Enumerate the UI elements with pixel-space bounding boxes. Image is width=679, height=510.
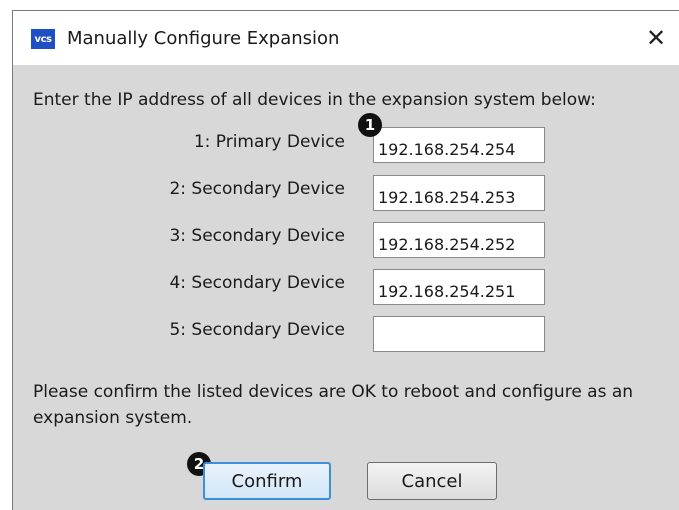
confirm-button[interactable]: Confirm [203,462,331,500]
vcs-logo-icon: vcs [31,29,55,49]
callout-badge-1: 1 [358,113,382,137]
device-2-label: 2: Secondary Device [169,179,345,199]
device-3-ip-input[interactable] [373,222,545,258]
close-button[interactable]: ✕ [633,11,679,65]
device-5-label: 5: Secondary Device [169,320,345,340]
reboot-confirmation-text: Please confirm the listed devices are OK… [33,382,634,428]
device-2-ip-input[interactable] [373,175,545,211]
device-1-label: 1: Primary Device [193,132,345,152]
instruction-text: Enter the IP address of all devices in t… [33,90,596,110]
configure-expansion-dialog: vcs Manually Configure Expansion ✕ Enter… [12,10,679,510]
device-4-label: 4: Secondary Device [169,273,345,293]
cancel-button[interactable]: Cancel [367,462,497,500]
title-bar: vcs Manually Configure Expansion ✕ [13,11,679,65]
device-3-label: 3: Secondary Device [169,226,345,246]
device-1-ip-input[interactable] [373,127,545,163]
device-5-ip-input[interactable] [373,316,545,352]
device-4-ip-input[interactable] [373,269,545,305]
dialog-title: Manually Configure Expansion [67,28,340,49]
